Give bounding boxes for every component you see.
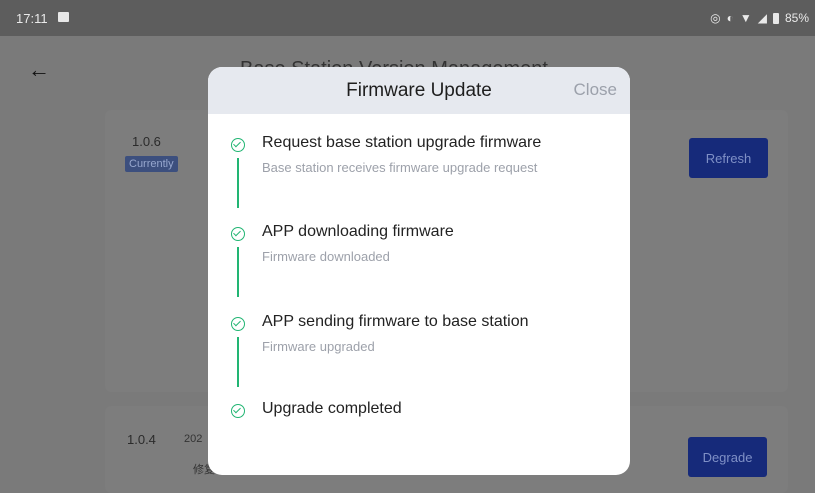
check-circle-icon (231, 138, 245, 152)
signal-icon: ◢ (757, 11, 767, 25)
step-title: Request base station upgrade firmware (262, 134, 542, 151)
status-icons: ◎ ◐ ▼ ◢ 85% (710, 11, 809, 25)
firmware-update-dialog: Firmware Update Close Request base stati… (208, 67, 630, 475)
step-title: APP downloading firmware (262, 223, 454, 240)
degrade-button[interactable]: Degrade (688, 437, 767, 477)
refresh-button[interactable]: Refresh (689, 138, 768, 178)
version-number: 1.0.6 (132, 134, 161, 149)
step-description: Firmware downloaded (262, 249, 390, 264)
version-number: 1.0.4 (127, 432, 156, 447)
battery-level: 85% (784, 11, 809, 25)
check-circle-icon (231, 227, 245, 241)
close-button[interactable]: Close (574, 80, 617, 100)
status-time: 17:11 (16, 11, 48, 26)
status-bar: 17:11 ◎ ◐ ▼ ◢ 85% (0, 0, 815, 36)
check-circle-icon (231, 404, 245, 418)
wifi-icon: ▼ (739, 11, 752, 25)
check-circle-icon (231, 317, 245, 331)
dialog-title: Firmware Update (346, 80, 492, 101)
step-title: Upgrade completed (262, 400, 402, 417)
back-arrow-icon[interactable]: ← (28, 59, 50, 81)
dialog-header: Firmware Update Close (208, 67, 630, 114)
notification-icon (58, 12, 69, 22)
step-description: Firmware upgraded (262, 339, 375, 354)
battery-icon (772, 12, 779, 24)
current-version-badge: Currently (125, 156, 178, 172)
version-date: 202 (184, 433, 203, 445)
data-saver-icon: ◐ (726, 11, 734, 25)
step-title: APP sending firmware to base station (262, 313, 529, 330)
step-connector (237, 158, 239, 208)
step-connector (237, 337, 239, 387)
step-description: Base station receives firmware upgrade r… (262, 160, 538, 175)
location-icon: ◎ (710, 11, 721, 25)
step-connector (237, 247, 239, 297)
